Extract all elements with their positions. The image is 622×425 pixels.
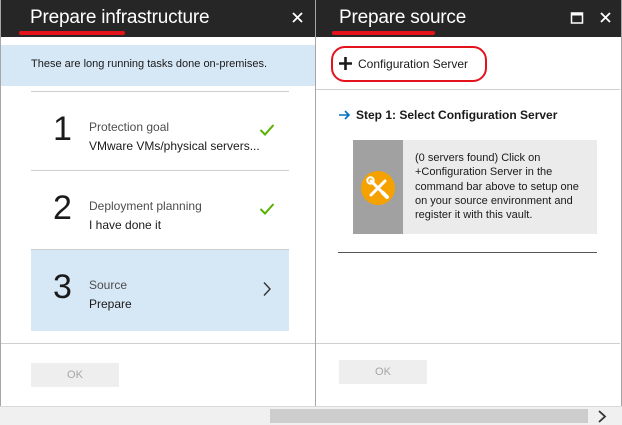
step-number: 2 bbox=[53, 189, 72, 227]
notice-message: (0 servers found) Click on +Configuratio… bbox=[415, 152, 579, 222]
step-title: Protection goal bbox=[89, 120, 170, 134]
arrow-right-icon bbox=[339, 110, 351, 120]
steps-list: 1 Protection goal VMware VMs/physical se… bbox=[31, 91, 289, 331]
blade-header: Prepare infrastructure bbox=[1, 0, 315, 37]
step-deployment-planning[interactable]: 2 Deployment planning I have done it bbox=[31, 171, 289, 250]
step-heading-text: Step 1: Select Configuration Server bbox=[356, 108, 558, 122]
annotation-oval bbox=[331, 46, 487, 82]
step-subtitle: VMware VMs/physical servers... bbox=[89, 139, 260, 153]
step-source[interactable]: 3 Source Prepare bbox=[31, 250, 289, 331]
blade-title: Prepare infrastructure bbox=[30, 7, 210, 28]
annotation-underline bbox=[19, 31, 125, 35]
ok-button[interactable]: OK bbox=[339, 360, 427, 384]
close-icon[interactable] bbox=[597, 9, 615, 27]
info-banner: These are long running tasks done on-pre… bbox=[1, 45, 315, 86]
command-bar-divider bbox=[316, 89, 620, 90]
maximize-icon[interactable] bbox=[568, 9, 586, 27]
step-subtitle: Prepare bbox=[89, 297, 132, 311]
footer-divider bbox=[316, 343, 620, 344]
step-protection-goal[interactable]: 1 Protection goal VMware VMs/physical se… bbox=[31, 92, 289, 171]
footer-divider bbox=[1, 343, 315, 344]
ok-button[interactable]: OK bbox=[31, 363, 119, 387]
horizontal-scrollbar[interactable] bbox=[0, 406, 622, 425]
chevron-right-icon bbox=[263, 282, 271, 296]
scrollbar-thumb[interactable] bbox=[270, 409, 588, 423]
no-servers-notice: (0 servers found) Click on +Configuratio… bbox=[353, 140, 597, 234]
step-number: 3 bbox=[53, 268, 72, 306]
step-title: Source bbox=[89, 278, 128, 292]
info-banner-text: These are long running tasks done on-pre… bbox=[31, 58, 268, 70]
step-subtitle: I have done it bbox=[89, 218, 162, 232]
prepare-infrastructure-blade: Prepare infrastructure These are long ru… bbox=[0, 0, 316, 406]
blade-title: Prepare source bbox=[339, 7, 467, 28]
annotation-underline bbox=[332, 31, 435, 35]
notice-icon-box bbox=[353, 140, 403, 234]
check-icon bbox=[259, 124, 275, 136]
step-number: 1 bbox=[53, 110, 72, 148]
tools-icon bbox=[361, 171, 395, 205]
prepare-source-blade: Prepare source Configuration Server Step… bbox=[316, 0, 622, 406]
chevron-right-icon[interactable] bbox=[597, 410, 607, 423]
step-title: Deployment planning bbox=[89, 199, 202, 213]
blade-header: Prepare source bbox=[316, 0, 621, 37]
content-divider bbox=[338, 252, 597, 253]
close-icon[interactable] bbox=[289, 9, 307, 27]
check-icon bbox=[259, 203, 275, 215]
